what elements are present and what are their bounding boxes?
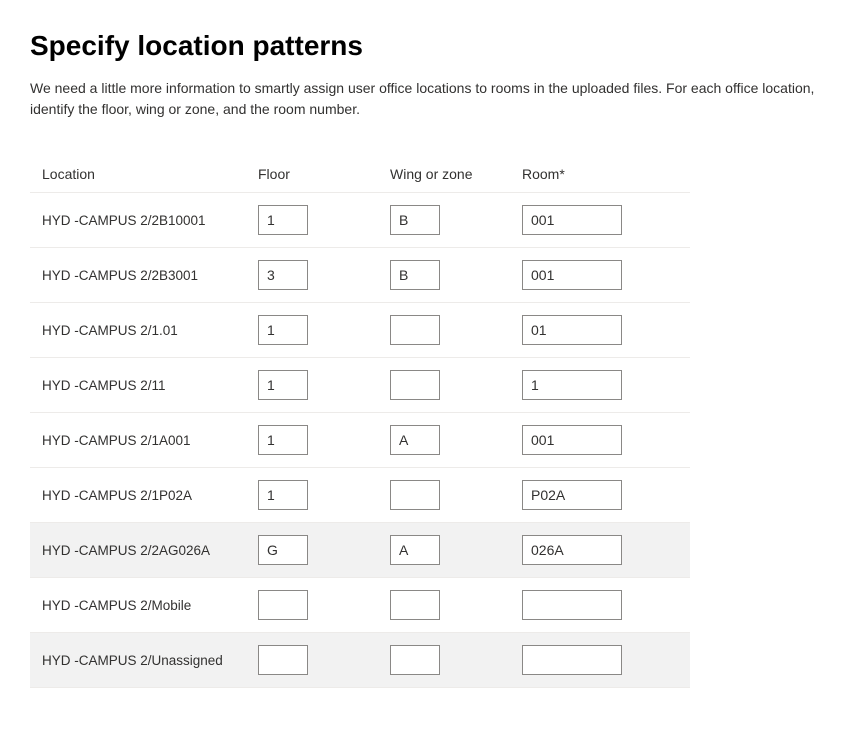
- table-row: HYD -CAMPUS 2/Mobile: [30, 578, 690, 633]
- room-input[interactable]: [522, 590, 622, 620]
- table-row: HYD -CAMPUS 2/2B10001: [30, 193, 690, 248]
- table-row: HYD -CAMPUS 2/1.01: [30, 303, 690, 358]
- wing-input[interactable]: [390, 315, 440, 345]
- table-row: HYD -CAMPUS 2/11: [30, 358, 690, 413]
- location-label: HYD -CAMPUS 2/2B3001: [42, 268, 198, 283]
- location-label: HYD -CAMPUS 2/1A001: [42, 433, 191, 448]
- wing-input[interactable]: [390, 260, 440, 290]
- wing-input[interactable]: [390, 645, 440, 675]
- wing-input[interactable]: [390, 480, 440, 510]
- floor-input[interactable]: [258, 370, 308, 400]
- room-input[interactable]: [522, 645, 622, 675]
- room-input[interactable]: [522, 535, 622, 565]
- location-label: HYD -CAMPUS 2/11: [42, 378, 166, 393]
- location-label: HYD -CAMPUS 2/1.01: [42, 323, 178, 338]
- table-row: HYD -CAMPUS 2/1P02A: [30, 468, 690, 523]
- wing-input[interactable]: [390, 535, 440, 565]
- page-title: Specify location patterns: [30, 30, 815, 62]
- wing-input[interactable]: [390, 590, 440, 620]
- location-patterns-table: Location Floor Wing or zone Room* HYD -C…: [30, 156, 690, 688]
- room-input[interactable]: [522, 425, 622, 455]
- header-room: Room*: [514, 156, 690, 193]
- header-wing: Wing or zone: [382, 156, 514, 193]
- wing-input[interactable]: [390, 205, 440, 235]
- floor-input[interactable]: [258, 260, 308, 290]
- header-floor: Floor: [250, 156, 382, 193]
- header-location: Location: [30, 156, 250, 193]
- location-label: HYD -CAMPUS 2/2B10001: [42, 213, 206, 228]
- floor-input[interactable]: [258, 645, 308, 675]
- room-input[interactable]: [522, 370, 622, 400]
- floor-input[interactable]: [258, 205, 308, 235]
- room-input[interactable]: [522, 315, 622, 345]
- page-description: We need a little more information to sma…: [30, 78, 815, 120]
- table-row: HYD -CAMPUS 2/2B3001: [30, 248, 690, 303]
- wing-input[interactable]: [390, 370, 440, 400]
- floor-input[interactable]: [258, 535, 308, 565]
- room-input[interactable]: [522, 480, 622, 510]
- floor-input[interactable]: [258, 590, 308, 620]
- floor-input[interactable]: [258, 425, 308, 455]
- floor-input[interactable]: [258, 315, 308, 345]
- location-label: HYD -CAMPUS 2/Mobile: [42, 598, 191, 613]
- table-row: HYD -CAMPUS 2/2AG026A: [30, 523, 690, 578]
- floor-input[interactable]: [258, 480, 308, 510]
- location-label: HYD -CAMPUS 2/Unassigned: [42, 653, 223, 668]
- table-row: HYD -CAMPUS 2/1A001: [30, 413, 690, 468]
- location-label: HYD -CAMPUS 2/2AG026A: [42, 543, 210, 558]
- room-input[interactable]: [522, 205, 622, 235]
- table-row: HYD -CAMPUS 2/Unassigned: [30, 633, 690, 688]
- room-input[interactable]: [522, 260, 622, 290]
- location-label: HYD -CAMPUS 2/1P02A: [42, 488, 192, 503]
- wing-input[interactable]: [390, 425, 440, 455]
